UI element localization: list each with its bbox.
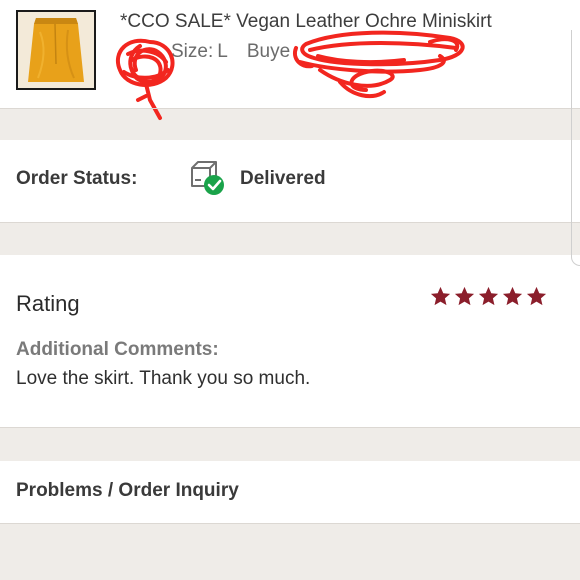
additional-comments-text: Love the skirt. Thank you so much. bbox=[16, 368, 311, 389]
scrollbar[interactable] bbox=[571, 30, 580, 266]
section-divider bbox=[0, 427, 580, 428]
listing-summary[interactable]: *CCO SALE* Vegan Leather Ochre Miniskirt… bbox=[0, 0, 580, 108]
order-status-row: Order Status: Delivered bbox=[0, 140, 580, 222]
rating-heading: Rating bbox=[16, 291, 80, 316]
star-icon bbox=[502, 286, 523, 306]
section-divider bbox=[0, 222, 580, 223]
star-icon bbox=[454, 286, 475, 306]
listing-thumbnail[interactable] bbox=[16, 10, 96, 90]
listing-meta: Size: L Buye bbox=[120, 41, 290, 63]
star-icon bbox=[526, 286, 547, 306]
skirt-image bbox=[18, 12, 94, 88]
additional-comments-label: Additional Comments: bbox=[16, 339, 219, 360]
size-value: L bbox=[217, 41, 228, 62]
delivered-package-check-icon bbox=[186, 158, 230, 198]
size-label: Size: bbox=[171, 41, 214, 62]
buyer-label: Buye bbox=[246, 41, 291, 62]
star-icon bbox=[478, 286, 499, 306]
order-status-label: Order Status: bbox=[16, 168, 138, 189]
star-icon bbox=[430, 286, 451, 306]
problems-order-inquiry-label[interactable]: Problems / Order Inquiry bbox=[16, 480, 239, 502]
order-status-value: Delivered bbox=[240, 168, 326, 189]
star-rating bbox=[429, 285, 548, 308]
problems-order-inquiry-link[interactable]: Problems / Order Inquiry bbox=[0, 461, 580, 523]
listing-title[interactable]: *CCO SALE* Vegan Leather Ochre Miniskirt bbox=[120, 11, 492, 33]
section-divider bbox=[0, 108, 580, 109]
rating-section: Rating Additional Comments: Love the ski… bbox=[0, 255, 580, 427]
section-divider bbox=[0, 523, 580, 524]
